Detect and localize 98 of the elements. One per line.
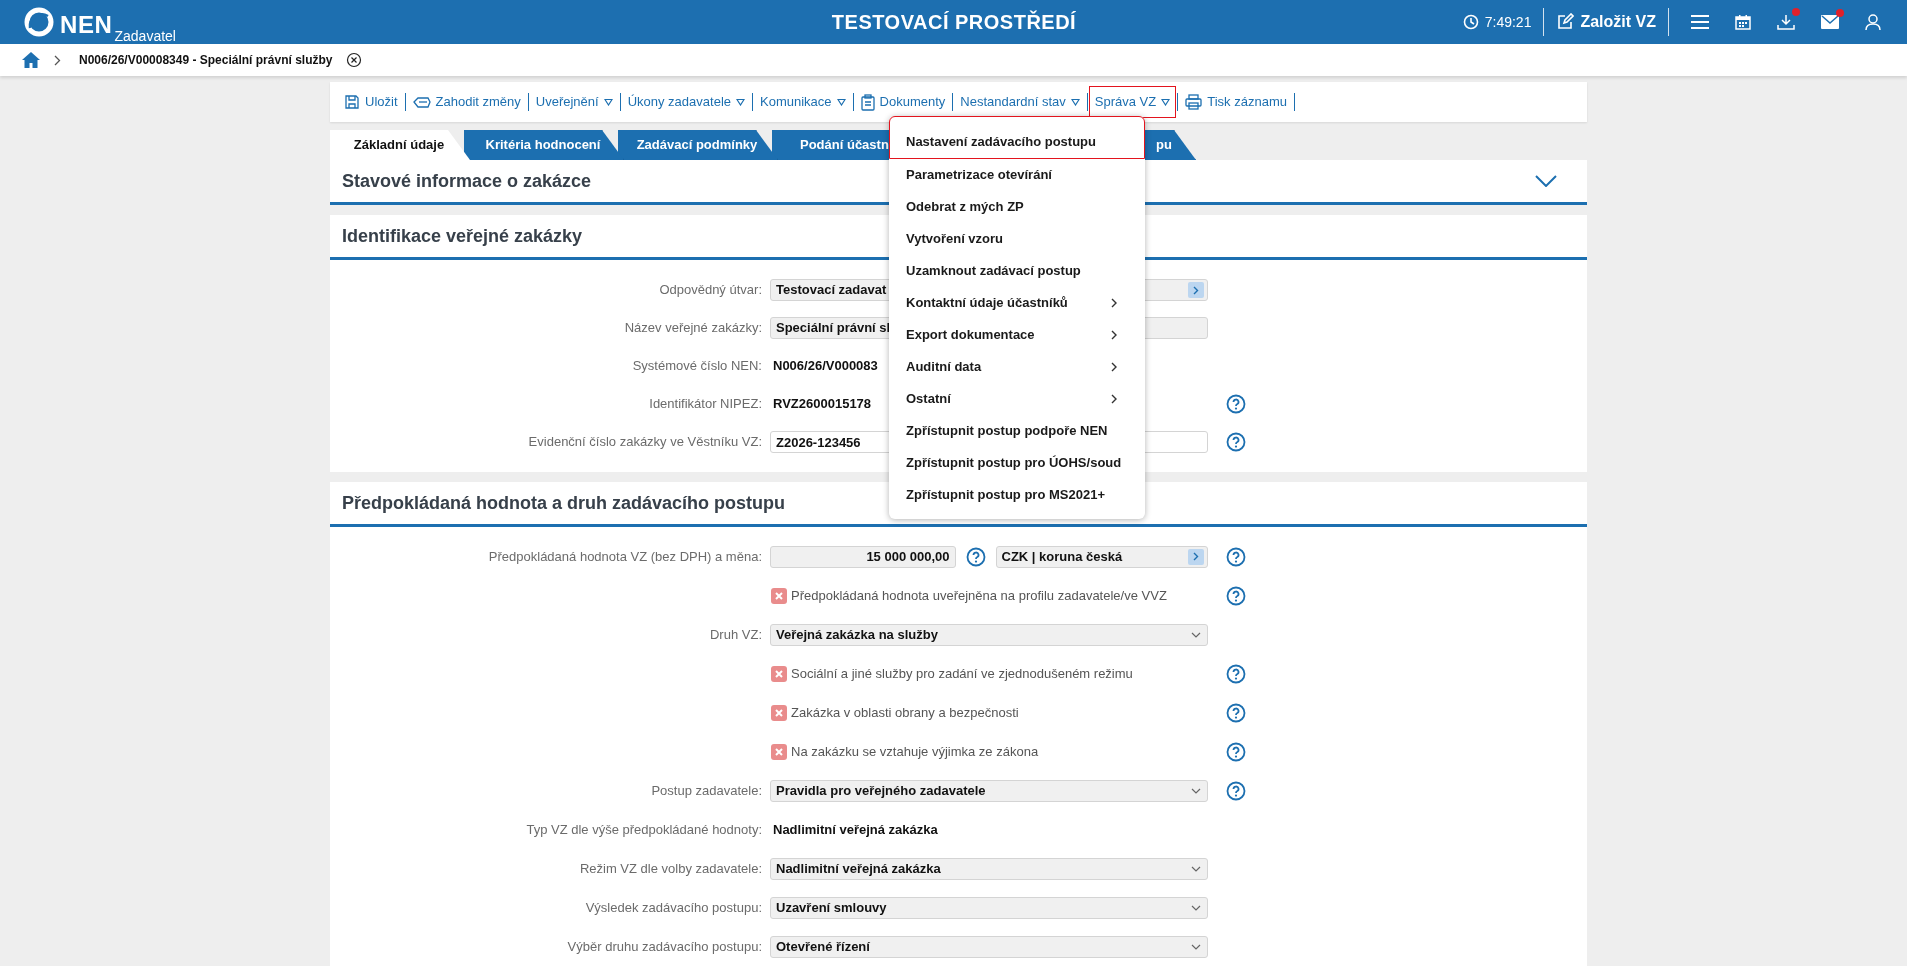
- caret-icon: [736, 98, 745, 106]
- help-icon[interactable]: [1226, 780, 1246, 801]
- user-icon[interactable]: [1865, 13, 1881, 31]
- home-icon[interactable]: [22, 52, 40, 68]
- chevron-down-icon: [1190, 942, 1202, 951]
- dropdown-field[interactable]: Nadlimitní veřejná zakázka: [770, 857, 1208, 880]
- help-icon[interactable]: [1226, 432, 1246, 452]
- caret-icon: [1161, 98, 1171, 106]
- checkbox-label: Předpokládaná hodnota uveřejněna na profilu zadavatele/ve VVZ: [791, 586, 1167, 605]
- help-icon[interactable]: [1226, 702, 1246, 723]
- currency-field[interactable]: CZK | koruna česká: [995, 545, 1208, 568]
- menu-item[interactable]: Parametrizace otevírání: [889, 159, 1145, 191]
- menu-icon[interactable]: [1691, 15, 1709, 29]
- field-label: Předpokládaná hodnota VZ (bez DPH) a měna:: [488, 547, 762, 566]
- mail-icon[interactable]: [1821, 15, 1839, 29]
- chevron-right-icon: [54, 54, 61, 66]
- chevron-right-icon: [1193, 285, 1199, 295]
- picker-button[interactable]: [1188, 548, 1204, 565]
- amount-field[interactable]: 15 000 000,00: [770, 545, 956, 568]
- save-icon: [344, 94, 360, 110]
- checkbox[interactable]: [771, 587, 787, 604]
- field-label: Název veřejné zakázky:: [624, 319, 762, 338]
- checkbox-label: Sociální a jiné služby pro zadání ve zjednodušeném režimu: [791, 664, 1133, 683]
- field-value: N006/26/V000083: [772, 357, 878, 376]
- chevron-right-icon: [1193, 552, 1199, 561]
- breadcrumb-link[interactable]: N006/26/V00008349 - Speciální právní služby: [79, 51, 333, 69]
- picker-button[interactable]: [1188, 282, 1204, 298]
- logo-icon: [24, 7, 54, 37]
- menu-item[interactable]: Zpřístupnit postup pro MS2021+: [889, 479, 1145, 511]
- menu-item[interactable]: Zpřístupnit postup pro ÚOHS/soud: [889, 447, 1145, 479]
- menu-item[interactable]: Kontaktní údaje účastníků: [889, 287, 1145, 319]
- clock-icon: [1462, 14, 1479, 30]
- field-label: Identifikátor NIPEZ:: [649, 395, 762, 414]
- help-icon[interactable]: [1226, 663, 1246, 684]
- section-title: Stavové informace o zakázce: [342, 169, 592, 193]
- logo-text: NEN: [60, 13, 113, 37]
- toolbar-button[interactable]: Uložit: [338, 86, 404, 118]
- edit-icon: [1556, 13, 1575, 31]
- toolbar-button[interactable]: Komunikace: [754, 86, 852, 118]
- caret-icon: [1070, 98, 1080, 106]
- toolbar-button[interactable]: Zahodit změny: [406, 86, 527, 118]
- dropdown-field[interactable]: Veřejná zakázka na služby: [770, 623, 1208, 646]
- checkbox[interactable]: [771, 743, 787, 760]
- field-label: Režim VZ dle volby zadavatele:: [579, 859, 762, 878]
- caret-icon: [603, 98, 613, 106]
- menu-item[interactable]: Ostatní: [889, 383, 1145, 415]
- section-title: Předpokládaná hodnota a druh zadávacího postupu: [342, 491, 786, 515]
- logo-subtitle: Zadavatel: [114, 29, 176, 43]
- field-label: Typ VZ dle výše předpokládané hodnoty:: [526, 820, 762, 839]
- checkbox-label: Na zakázku se vztahuje výjimka ze zákona: [791, 742, 1039, 761]
- tab[interactable]: Kritéria hodnocení: [464, 130, 624, 160]
- help-icon[interactable]: [1226, 585, 1246, 606]
- field-value: RVZ2600015178: [772, 395, 872, 414]
- clock-time: 7:49:21: [1484, 12, 1532, 32]
- toolbar-button[interactable]: Úkony zadavatele: [621, 86, 751, 118]
- field-label: Systémové číslo NEN:: [632, 357, 762, 376]
- help-icon[interactable]: [1226, 394, 1246, 414]
- download-icon[interactable]: [1777, 14, 1795, 30]
- toolbar-button[interactable]: Uveřejnění: [529, 86, 619, 118]
- toolbar-button[interactable]: Nestandardní stav: [954, 86, 1086, 118]
- tab[interactable]: Zadávací podmínky: [618, 130, 778, 160]
- menu-item[interactable]: Nastavení zadávacího postupu: [889, 116, 1145, 159]
- field-label: Výběr druhu zadávacího postupu:: [567, 937, 762, 956]
- printer-icon: [1185, 94, 1203, 110]
- help-icon[interactable]: [1226, 546, 1246, 567]
- field-label: Odpovědný útvar:: [659, 281, 762, 300]
- checkbox[interactable]: [771, 665, 787, 682]
- field-label: Druh VZ:: [710, 625, 762, 644]
- dropdown-field[interactable]: Otevřené řízení: [770, 935, 1208, 958]
- dropdown-field[interactable]: Pravidla pro veřejného zadavatele: [770, 779, 1208, 802]
- chevron-down-icon: [1190, 630, 1202, 639]
- calendar-icon[interactable]: [1735, 14, 1751, 30]
- create-button[interactable]: Založit VZ: [1544, 10, 1668, 34]
- field-label: Postup zadavatele:: [651, 781, 762, 800]
- chevron-down-icon: [1190, 786, 1202, 795]
- section-title: Identifikace veřejné zakázky: [342, 224, 583, 248]
- chevron-down-icon: [1190, 864, 1202, 873]
- menu-item[interactable]: Zpřístupnit postup podpoře NEN: [889, 415, 1145, 447]
- menu-item[interactable]: Export dokumentace: [889, 319, 1145, 351]
- field-label: Výsledek zadávacího postupu:: [585, 898, 762, 917]
- clipboard-icon: [860, 93, 875, 111]
- help-icon[interactable]: [965, 546, 986, 567]
- dropdown-field[interactable]: Uzavření smlouvy: [770, 896, 1208, 919]
- environment-title: TESTOVACÍ PROSTŘEDÍ: [830, 9, 1078, 35]
- caret-icon: [836, 98, 846, 106]
- chevron-down-icon[interactable]: [1535, 175, 1557, 187]
- field-value: Nadlimitní veřejná zakázka: [772, 820, 938, 839]
- chevron-down-icon: [1190, 903, 1202, 912]
- toolbar-button[interactable]: Tisk záznamu: [1179, 86, 1293, 118]
- toolbar-button[interactable]: Dokumenty: [854, 86, 952, 118]
- menu-item[interactable]: Vytvoření vzoru: [889, 223, 1145, 255]
- field-label: Evidenční číslo zakázky ve Věstníku VZ:: [528, 433, 762, 452]
- help-icon[interactable]: [1226, 741, 1246, 762]
- checkbox-label: Zakázka v oblasti obrany a bezpečnosti: [791, 703, 1019, 722]
- close-icon[interactable]: [346, 52, 363, 68]
- checkbox[interactable]: [771, 704, 787, 721]
- menu-item[interactable]: Auditní data: [889, 351, 1145, 383]
- tab[interactable]: Základní údaje: [330, 130, 470, 160]
